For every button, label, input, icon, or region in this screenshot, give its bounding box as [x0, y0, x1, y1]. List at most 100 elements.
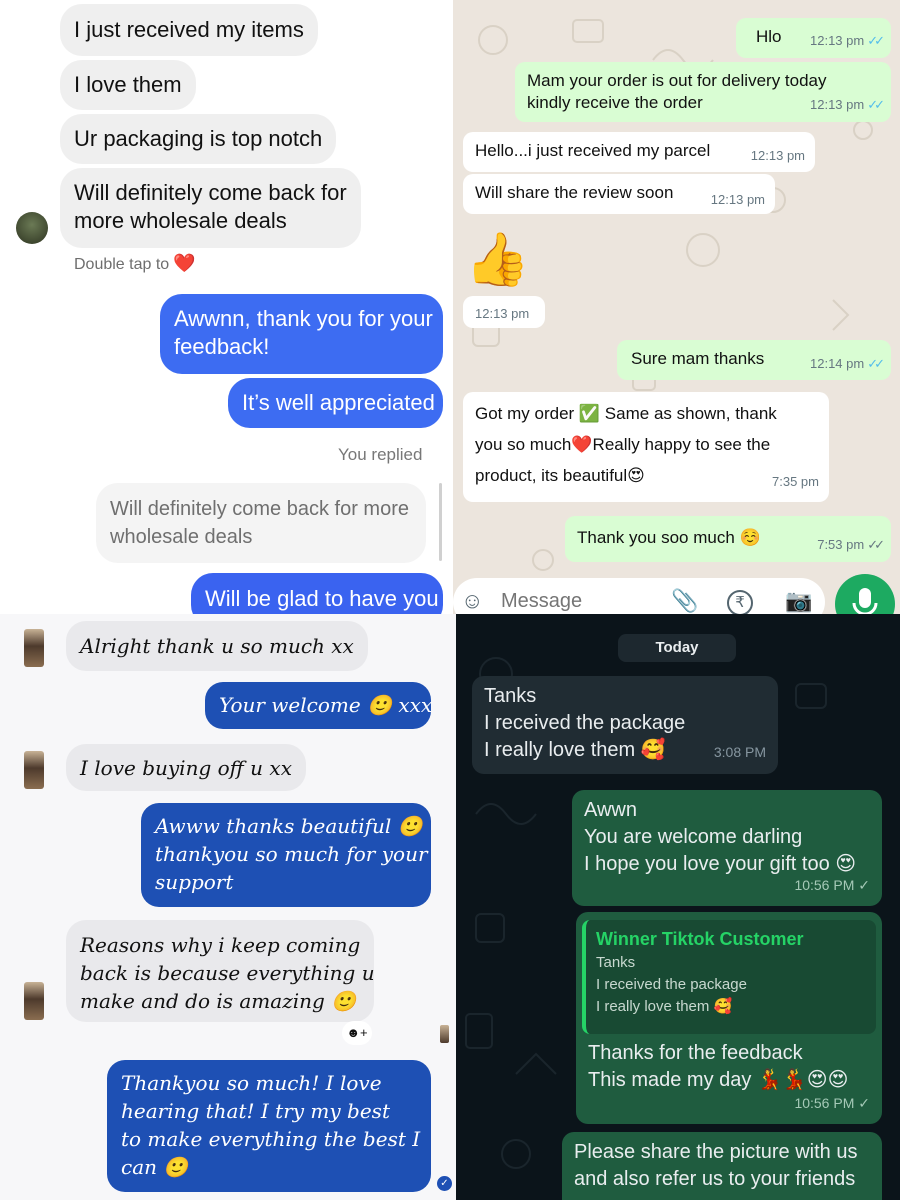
message-text: Awwn: [584, 799, 637, 821]
attach-icon[interactable]: 📎: [671, 588, 698, 614]
message-text: Please share the picture with us: [574, 1141, 858, 1163]
message-text: Will definitely come back for: [74, 180, 347, 205]
quoted-text: Tanks: [596, 954, 636, 971]
message-text: Your welcome 🙂 xxx: [219, 693, 433, 717]
mic-icon: [852, 588, 878, 614]
double-tap-hint: Double tap to ❤️: [74, 253, 196, 273]
outgoing-message[interactable]: Mam your order is out for delivery today…: [515, 62, 891, 122]
seen-avatar: [440, 1025, 449, 1043]
message-time: 12:14 pm: [810, 356, 865, 371]
quoted-sender-name: Winner Tiktok Customer: [596, 929, 804, 949]
message-text: feedback!: [174, 334, 270, 359]
message-text: thankyou so much for your: [155, 842, 428, 866]
message-text: Awww thanks beautiful 🙂: [155, 814, 423, 838]
message-text: I received the package: [484, 712, 686, 734]
add-reaction-button[interactable]: ☻+: [342, 1021, 372, 1045]
contact-avatar[interactable]: [24, 629, 44, 667]
thumbs-up-emoji[interactable]: 👍: [465, 230, 530, 290]
heart-icon[interactable]: ❤️: [173, 253, 195, 273]
message-meta: 10:56 PM ✓: [794, 872, 870, 899]
message-time: 12:13 pm: [750, 148, 805, 163]
message-text: Mam your order is out for delivery today: [527, 71, 827, 90]
outgoing-message[interactable]: Hlo 12:13 pm ✓✓: [736, 18, 891, 58]
quoted-text: I received the package: [596, 976, 747, 993]
message-text: Alright thank u so much xx: [80, 634, 354, 658]
message-time: 12:13 pm: [810, 97, 865, 112]
message-meta: 10:56 PM ✓: [794, 1090, 870, 1117]
sent-tick-icon: ✓: [858, 877, 870, 893]
message-meta: 12:13 pm ✓✓: [810, 30, 885, 52]
outgoing-message[interactable]: Awwn You are welcome darling I hope you …: [572, 790, 882, 906]
message-meta: 7:53 pm ✓✓: [817, 534, 885, 556]
date-divider: Today: [618, 634, 736, 662]
message-text: I love buying off u xx: [80, 756, 292, 780]
outgoing-reply-message[interactable]: Winner Tiktok Customer Tanks I received …: [576, 912, 882, 1124]
rupee-icon[interactable]: ₹: [727, 590, 753, 614]
whatsapp-light-chat-panel: Hlo 12:13 pm ✓✓ Mam your order is out for…: [453, 0, 900, 614]
message-text: you so much❤️Really happy to see the: [475, 435, 771, 454]
message-text: Thankyou so much! I love: [121, 1071, 382, 1095]
message-text: to make everything the best I: [121, 1127, 421, 1151]
sent-tick-icon: ✓: [858, 1095, 870, 1111]
reply-indicator-bar: [439, 483, 442, 561]
incoming-message[interactable]: Reasons why i keep coming back is becaus…: [66, 920, 375, 1022]
incoming-message[interactable]: Will definitely come back for more whole…: [60, 168, 361, 248]
message-text: Thanks for the feedback: [588, 1042, 803, 1064]
quoted-message[interactable]: Winner Tiktok Customer Tanks I received …: [582, 920, 876, 1034]
message-time: 12:13 pm: [475, 306, 530, 321]
quoted-message[interactable]: Will definitely come back for more whole…: [96, 483, 426, 563]
incoming-message[interactable]: I just received my items: [60, 4, 318, 56]
contact-avatar[interactable]: [24, 982, 44, 1020]
whatsapp-dark-chat-panel: Today Tanks I received the package I rea…: [456, 614, 900, 1200]
incoming-message[interactable]: Got my order ✅ Same as shown, thank you …: [463, 392, 829, 502]
outgoing-message[interactable]: Thankyou so much! I love hearing that! I…: [107, 1060, 431, 1192]
message-text: You are welcome darling: [584, 826, 803, 848]
message-text: I just received my items: [74, 17, 304, 42]
read-receipt-icon: ✓✓: [867, 33, 885, 48]
message-text: and also refer us to your friends: [574, 1168, 856, 1190]
incoming-message[interactable]: Hello...i just received my parcel 12:13 …: [463, 132, 815, 172]
incoming-message[interactable]: Alright thank u so much xx: [66, 621, 368, 671]
outgoing-message[interactable]: Thank you soo much ☺️ 7:53 pm ✓✓: [565, 516, 891, 562]
message-text: hearing that! I try my best: [121, 1099, 390, 1123]
message-text: more wholesale deals: [74, 208, 287, 233]
contact-avatar[interactable]: [16, 212, 48, 244]
outgoing-message[interactable]: Your welcome 🙂 xxx: [205, 682, 433, 729]
outgoing-message[interactable]: Awwnn, thank you for your feedback!: [160, 294, 443, 374]
message-text: Will be glad to have you: [205, 586, 439, 611]
messenger-chat-panel: Alright thank u so much xx Your welcome …: [0, 614, 456, 1200]
reply-body: Thanks for the feedback This made my day…: [588, 1040, 848, 1094]
mic-button[interactable]: [835, 574, 895, 614]
outgoing-message[interactable]: Sure mam thanks 12:14 pm ✓✓: [617, 340, 891, 380]
message-time: 12:13 pm: [810, 33, 865, 48]
outgoing-message[interactable]: Awww thanks beautiful 🙂 thankyou so much…: [141, 803, 431, 907]
incoming-message[interactable]: Will share the review soon 12:13 pm: [463, 174, 775, 214]
emoji-time-chip: 12:13 pm: [463, 296, 545, 328]
message-time: 12:13 pm: [710, 192, 765, 207]
message-time: 10:56 PM: [794, 877, 855, 893]
message-text: make and do is amazing 🙂: [80, 989, 357, 1013]
quoted-text: wholesale deals: [110, 526, 253, 548]
outgoing-message[interactable]: Please share the picture with us and als…: [562, 1132, 882, 1200]
incoming-message[interactable]: I love them: [60, 60, 196, 110]
instagram-chat-panel: I just received my items I love them Ur …: [0, 0, 453, 614]
incoming-message[interactable]: Tanks I received the package I really lo…: [472, 676, 778, 774]
you-replied-label: You replied: [338, 445, 423, 464]
incoming-message[interactable]: I love buying off u xx: [66, 744, 306, 791]
message-time: 7:53 pm: [817, 537, 865, 552]
camera-icon[interactable]: 📷: [785, 588, 812, 614]
delivered-check-icon: ✓: [437, 1176, 452, 1191]
message-meta: 12:14 pm ✓✓: [810, 353, 885, 375]
contact-avatar[interactable]: [24, 751, 44, 789]
message-composer[interactable]: ☺ 📎 ₹ 📷: [453, 578, 825, 614]
sticker-icon[interactable]: ☺: [461, 588, 483, 614]
message-text: Tanks: [484, 685, 537, 707]
outgoing-message[interactable]: It’s well appreciated: [228, 378, 443, 428]
outgoing-message[interactable]: Will be glad to have you: [191, 573, 443, 614]
message-input[interactable]: [501, 590, 661, 613]
read-receipt-icon: ✓✓: [867, 356, 885, 371]
message-time: 10:56 PM: [794, 1095, 855, 1111]
read-receipt-icon: ✓✓: [867, 537, 885, 552]
message-text: product, its beautiful😍: [475, 466, 645, 485]
incoming-message[interactable]: Ur packaging is top notch: [60, 114, 337, 164]
